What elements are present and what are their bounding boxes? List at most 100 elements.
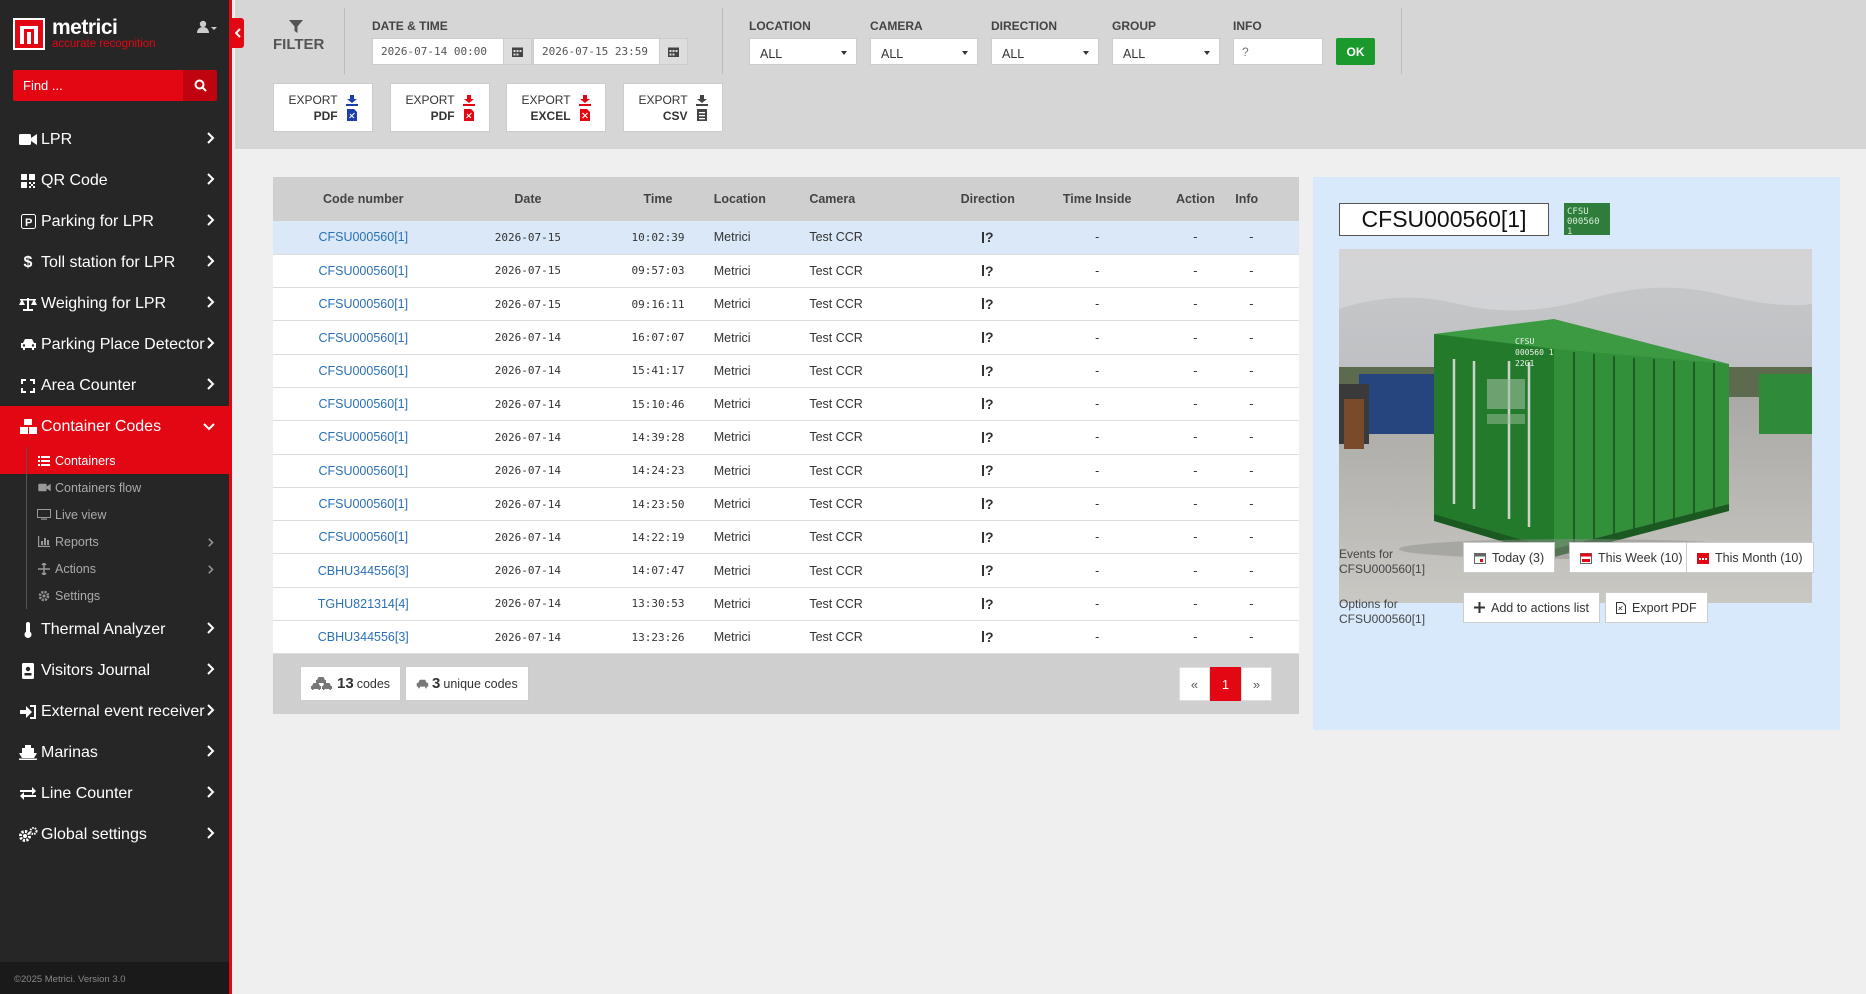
table-row[interactable]: TGHU821314[4] 2026-07-14 13:30:53 Metrici Te… bbox=[273, 587, 1299, 622]
nav-item-marinas[interactable]: Marinas bbox=[0, 732, 229, 773]
direction-select[interactable]: ALL bbox=[991, 38, 1099, 65]
info-input[interactable] bbox=[1233, 38, 1323, 65]
table-row[interactable]: CFSU000560[1] 2026-07-15 10:02:39 Metrici Te… bbox=[273, 221, 1299, 255]
time-inside-cell: - bbox=[1038, 520, 1156, 555]
table-row[interactable]: CFSU000560[1] 2026-07-14 14:22:19 Metrici Te… bbox=[273, 520, 1299, 555]
col-date[interactable]: Date bbox=[453, 177, 603, 221]
table-row[interactable]: CFSU000560[1] 2026-07-14 15:10:46 Metrici Te… bbox=[273, 387, 1299, 422]
export-excel-button[interactable]: EXPORT EXCEL bbox=[506, 83, 606, 132]
col-info[interactable]: Info bbox=[1235, 177, 1299, 221]
subnav-actions[interactable]: Actions bbox=[0, 555, 229, 582]
table-row[interactable]: CBHU344556[3] 2026-07-14 13:23:26 Metrici Te… bbox=[273, 620, 1299, 655]
col-camera[interactable]: Camera bbox=[809, 177, 937, 221]
code-cell[interactable]: CFSU000560[1] bbox=[273, 287, 454, 322]
code-cell[interactable]: CFSU000560[1] bbox=[273, 454, 454, 488]
code-cell[interactable]: CFSU000560[1] bbox=[273, 487, 454, 522]
last-page-button[interactable]: » bbox=[1241, 667, 1272, 701]
this-week-button[interactable]: This Week (10) bbox=[1569, 542, 1694, 573]
col-direction[interactable]: Direction bbox=[936, 177, 1039, 221]
code-cell[interactable]: CFSU000560[1] bbox=[273, 387, 454, 422]
nav-item-lpr[interactable]: LPR bbox=[0, 119, 229, 160]
chevron-right-icon bbox=[207, 172, 215, 190]
col-time-inside[interactable]: Time Inside bbox=[1038, 177, 1156, 221]
date-from-input[interactable]: 2026-07-14 00:00 bbox=[372, 38, 532, 65]
calendar-icon[interactable] bbox=[503, 39, 531, 64]
nav-item-external-event-receiver[interactable]: External event receiver bbox=[0, 691, 229, 732]
collapse-sidebar-button[interactable] bbox=[232, 18, 244, 48]
subnav-reports[interactable]: Reports bbox=[0, 528, 229, 555]
search-button[interactable] bbox=[183, 70, 217, 101]
nav-item-qr-code[interactable]: QR Code bbox=[0, 160, 229, 201]
table-row[interactable]: CFSU000560[1] 2026-07-14 15:41:17 Metrici Te… bbox=[273, 354, 1299, 388]
code-cell[interactable]: CFSU000560[1] bbox=[273, 320, 454, 355]
direction-cell: ? bbox=[936, 320, 1039, 355]
nav-item-thermal-analyzer[interactable]: Thermal Analyzer bbox=[0, 609, 229, 650]
col-location[interactable]: Location bbox=[713, 177, 810, 221]
logo[interactable]: metrici accurate recognition bbox=[13, 17, 156, 51]
date-to-input[interactable]: 2026-07-15 23:59 bbox=[533, 38, 688, 65]
subnav-settings[interactable]: Settings bbox=[0, 582, 229, 609]
table-row[interactable]: CFSU000560[1] 2026-07-15 09:16:11 Metrici Te… bbox=[273, 287, 1299, 322]
search-input[interactable] bbox=[13, 70, 183, 101]
table-row[interactable]: CFSU000560[1] 2026-07-15 09:57:03 Metrici Te… bbox=[273, 254, 1299, 289]
table-row[interactable]: CFSU000560[1] 2026-07-14 16:07:07 Metrici Te… bbox=[273, 320, 1299, 355]
action-cell: - bbox=[1155, 320, 1236, 355]
nav-label: Toll station for LPR bbox=[41, 253, 176, 271]
calendar-icon[interactable] bbox=[659, 39, 687, 64]
subnav-containers[interactable]: Containers bbox=[0, 447, 229, 474]
subnav-containers-flow[interactable]: Containers flow bbox=[0, 474, 229, 501]
code-cell[interactable]: CBHU344556[3] bbox=[273, 620, 454, 655]
today-button[interactable]: Today (3) bbox=[1463, 542, 1556, 573]
table-row[interactable]: CFSU000560[1] 2026-07-14 14:39:28 Metrici Te… bbox=[273, 420, 1299, 455]
col-code-number[interactable]: Code number bbox=[273, 177, 454, 221]
nav-item-line-counter[interactable]: Line Counter bbox=[0, 773, 229, 814]
direction-value: ALL bbox=[1002, 47, 1025, 61]
direction-unknown-icon: ? bbox=[981, 629, 994, 645]
calendar-icon bbox=[1697, 552, 1709, 564]
subnav-live-view[interactable]: Live view bbox=[0, 501, 229, 528]
group-select[interactable]: ALL bbox=[1112, 38, 1220, 65]
col-time[interactable]: Time bbox=[602, 177, 714, 221]
table-row[interactable]: CFSU000560[1] 2026-07-14 14:23:50 Metrici Te… bbox=[273, 487, 1299, 522]
nav-item-container-codes[interactable]: Container Codes bbox=[0, 406, 229, 447]
code-cell[interactable]: CFSU000560[1] bbox=[273, 420, 454, 455]
export-pdf-button-2[interactable]: EXPORT PDF bbox=[390, 83, 490, 132]
code-cell[interactable]: CFSU000560[1] bbox=[273, 520, 454, 555]
info-cell: - bbox=[1235, 553, 1299, 588]
camera-select[interactable]: ALL bbox=[870, 38, 978, 65]
nav-item-toll-station[interactable]: $ Toll station for LPR bbox=[0, 242, 229, 283]
nav-item-parking-lpr[interactable]: P Parking for LPR bbox=[0, 201, 229, 242]
code-cell[interactable]: CFSU000560[1] bbox=[273, 221, 454, 255]
user-menu-icon[interactable] bbox=[197, 20, 217, 37]
nav-item-area-counter[interactable]: Area Counter bbox=[0, 365, 229, 406]
camera-label: CAMERA bbox=[870, 19, 923, 33]
direction-unknown-icon: ? bbox=[981, 396, 994, 412]
first-page-button[interactable]: « bbox=[1179, 667, 1210, 701]
ok-button[interactable]: OK bbox=[1336, 38, 1375, 65]
filter-toggle[interactable]: FILTER bbox=[273, 20, 324, 53]
direction-cell: ? bbox=[936, 354, 1039, 388]
code-cell[interactable]: CFSU000560[1] bbox=[273, 354, 454, 388]
nav-item-weighing[interactable]: Weighing for LPR bbox=[0, 283, 229, 324]
code-cell[interactable]: CFSU000560[1] bbox=[273, 254, 454, 289]
export-pdf-detail-button[interactable]: Export PDF bbox=[1605, 592, 1708, 623]
this-month-button[interactable]: This Month (10) bbox=[1686, 542, 1814, 573]
col-action[interactable]: Action bbox=[1155, 177, 1236, 221]
nav-item-visitors-journal[interactable]: Visitors Journal bbox=[0, 650, 229, 691]
nav-item-parking-place-detector[interactable]: Parking Place Detector bbox=[0, 324, 229, 365]
table-row[interactable]: CFSU000560[1] 2026-07-14 14:24:23 Metrici Te… bbox=[273, 454, 1299, 488]
subnav-label: Actions bbox=[55, 561, 96, 576]
nav-item-global-settings[interactable]: Global settings bbox=[0, 814, 229, 855]
export-csv-button[interactable]: EXPORT CSV bbox=[623, 83, 723, 132]
export-pdf-button[interactable]: EXPORT PDF bbox=[273, 83, 373, 132]
code-cell[interactable]: TGHU821314[4] bbox=[273, 587, 454, 622]
monitor-icon bbox=[37, 509, 51, 520]
chevron-right-icon bbox=[207, 621, 215, 639]
download-icon bbox=[695, 94, 708, 106]
add-to-actions-button[interactable]: Add to actions list bbox=[1463, 592, 1600, 623]
code-cell[interactable]: CBHU344556[3] bbox=[273, 553, 454, 588]
location-select[interactable]: ALL bbox=[749, 38, 857, 65]
table-row[interactable]: CBHU344556[3] 2026-07-14 14:07:47 Metrici Te… bbox=[273, 553, 1299, 588]
page-1-button[interactable]: 1 bbox=[1210, 667, 1241, 701]
code-crop-thumbnail[interactable]: CFSU 000560 1 bbox=[1564, 203, 1610, 237]
